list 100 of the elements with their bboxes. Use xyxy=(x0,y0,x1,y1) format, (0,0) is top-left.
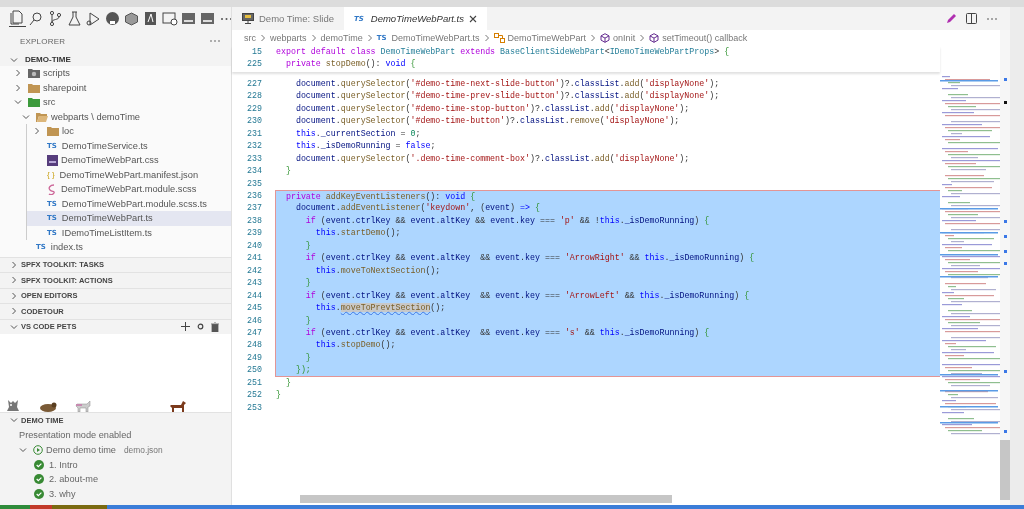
demo-step-item[interactable]: 2. about-me xyxy=(0,472,231,487)
vertical-scrollbar[interactable] xyxy=(1000,30,1010,505)
file-tree-item[interactable]: DemoTimeWebPart.css xyxy=(27,153,231,168)
line-number: 247 xyxy=(246,326,262,339)
scrollbar-thumb[interactable] xyxy=(300,495,672,503)
line-number: 231 xyxy=(246,127,262,140)
file-tree-item[interactable]: DemoTimeWebPart.module.scss xyxy=(27,182,231,197)
json-file-icon: { } xyxy=(47,170,55,180)
folder-gear-icon xyxy=(28,68,40,79)
code-line: } xyxy=(276,389,282,402)
window-icon[interactable] xyxy=(161,9,178,27)
line-number: 243 xyxy=(246,277,262,290)
line-number: 239 xyxy=(246,227,262,240)
chevron-right-icon xyxy=(260,34,266,42)
circle-icon[interactable] xyxy=(197,323,204,331)
line-number: 249 xyxy=(246,351,262,364)
chevron-right-icon xyxy=(639,34,646,42)
flask-icon[interactable] xyxy=(66,9,83,27)
breadcrumb-item[interactable]: webparts xyxy=(270,33,307,43)
github-icon[interactable] xyxy=(104,9,121,27)
chevron-right-icon xyxy=(366,34,373,42)
file-tree-item[interactable]: sharepoint xyxy=(0,80,231,95)
folder-icon xyxy=(28,97,40,108)
chevron-right-icon[interactable] xyxy=(10,276,18,285)
chevron-right-icon[interactable] xyxy=(33,127,41,136)
trash-icon[interactable] xyxy=(211,321,219,332)
chevron-down-icon[interactable] xyxy=(19,446,27,454)
animal-drawing xyxy=(38,402,57,412)
code-line: document.querySelector('#demo-time-next-slide-button')?.classList.add('displayNone'); xyxy=(294,77,721,90)
line-number: 234 xyxy=(246,165,262,178)
line-number: 15 xyxy=(251,46,262,58)
code-line: this._currentSection = 0; xyxy=(294,127,422,140)
breadcrumb-item[interactable]: DemoTimeWebPart xyxy=(493,33,587,43)
breadcrumb-item[interactable]: setTimeout() callback xyxy=(649,33,748,43)
code-line: document.querySelector('.demo-time-comment-box')?.classList.add('displayNone'); xyxy=(294,152,691,165)
cube-icon xyxy=(649,33,660,43)
file-tree-item[interactable]: src xyxy=(0,95,231,110)
code-line: export default class DemoTimeWebPart extends BaseClientSideWebPart<IDemoTimeWebPartProps> { xyxy=(276,46,731,58)
editor-tab[interactable]: Demo Time: Slide xyxy=(232,7,344,30)
file-tree-item[interactable]: loc xyxy=(27,124,231,139)
pen-icon[interactable] xyxy=(945,12,957,25)
chevron-right-icon[interactable] xyxy=(10,307,18,316)
file-tree-item[interactable]: webparts \ demoTime xyxy=(0,109,231,124)
folder-icon xyxy=(47,126,59,137)
line-number: 245 xyxy=(246,302,262,315)
line-number: 230 xyxy=(246,115,262,128)
demo-tree-item[interactable]: Demo demo time demo.json xyxy=(0,442,231,458)
chevron-down-icon[interactable] xyxy=(14,98,22,107)
line-number: 236 xyxy=(246,190,262,202)
cube-icon[interactable] xyxy=(123,9,140,27)
document-icon[interactable] xyxy=(142,9,159,27)
file-tree-item[interactable]: { } DemoTimeWebPart.manifest.json xyxy=(27,167,231,182)
breadcrumb-item[interactable]: demoTime xyxy=(320,33,363,43)
chevron-right-icon[interactable] xyxy=(10,260,18,269)
line-number: 228 xyxy=(246,90,262,103)
breadcrumb-item[interactable]: onInit xyxy=(600,33,636,43)
more-icon[interactable] xyxy=(986,15,998,22)
line-number: 235 xyxy=(246,177,262,190)
line-number: 237 xyxy=(246,202,262,215)
line-number: 244 xyxy=(246,289,262,302)
chevron-down-icon[interactable] xyxy=(22,112,30,121)
chevron-down-icon[interactable] xyxy=(10,322,18,331)
code-line: } xyxy=(284,376,292,389)
chevron-right-icon[interactable] xyxy=(14,69,22,78)
chevron-right-icon[interactable] xyxy=(10,291,18,300)
line-number: 233 xyxy=(246,152,262,165)
search-icon[interactable] xyxy=(28,9,45,27)
code-line: } xyxy=(284,165,292,178)
file-tree-item[interactable]: scripts xyxy=(0,66,231,81)
demo-step-item[interactable]: 3. why xyxy=(0,486,231,501)
source-control-icon[interactable] xyxy=(47,9,64,27)
line-number: 250 xyxy=(246,364,262,377)
breadcrumb-item[interactable]: src xyxy=(244,33,256,43)
code-line: this._isDemoRunning = false; xyxy=(294,140,437,153)
line-number: 242 xyxy=(246,264,262,277)
line-number: 252 xyxy=(246,389,262,402)
add-icon[interactable] xyxy=(181,322,190,332)
workspace-header[interactable]: DEMO-TIME xyxy=(0,53,231,66)
line-number: 240 xyxy=(246,239,262,252)
open-folder-icon xyxy=(36,111,48,122)
chevron-down-icon[interactable] xyxy=(10,416,18,425)
run-debug-icon[interactable] xyxy=(85,9,102,27)
demo-step-item[interactable]: 1. Intro xyxy=(0,457,231,472)
split-editor-icon[interactable] xyxy=(966,13,977,24)
line-number: 251 xyxy=(246,376,262,389)
close-icon[interactable] xyxy=(469,14,477,23)
status-text: Presentation mode enabled xyxy=(18,428,133,442)
more-icon[interactable] xyxy=(209,38,221,45)
chevron-right-icon[interactable] xyxy=(14,83,22,92)
files-icon[interactable] xyxy=(9,9,26,28)
code-line: document.querySelector('#demo-time-stop-button')?.classList.add('displayNone'); xyxy=(294,102,691,115)
css-file-icon xyxy=(47,154,58,166)
explorer-title: EXPLORER xyxy=(20,36,66,46)
monitor-icon xyxy=(242,13,254,24)
line-number: 246 xyxy=(246,314,262,327)
chevron-down-icon[interactable] xyxy=(10,55,18,64)
cube-icon xyxy=(600,33,611,43)
line-number: 248 xyxy=(246,339,262,352)
sass-file-icon xyxy=(47,183,58,195)
play-circle-icon[interactable] xyxy=(33,445,43,455)
